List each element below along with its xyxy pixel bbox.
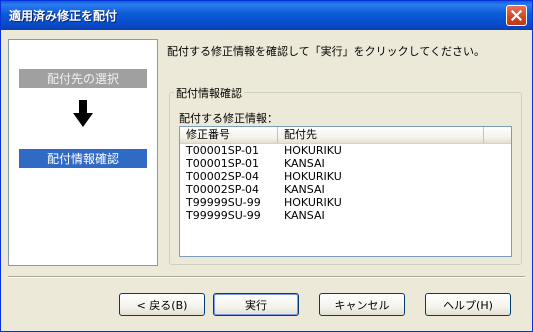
destination-cell: KANSAI [284, 157, 325, 170]
patch-number-cell: T99999SU-99 [186, 196, 261, 209]
wizard-steps-panel: 配付先の選択 配付情報確認 [8, 39, 158, 266]
group-legend: 配付情報確認 [174, 85, 244, 101]
table-row[interactable]: T99999SU-99 HOKURIKU [180, 196, 511, 209]
instruction-text: 配付する修正情報を確認して「実行」をクリックしてください。 [167, 45, 486, 58]
list-rows: T00001SP-01 HOKURIKU T00001SP-01 KANSAI T0… [180, 144, 511, 222]
run-button[interactable]: 実行 [213, 293, 299, 316]
list-header: 修正番号 配付先 [180, 127, 511, 144]
window-title: 適用済み修正を配付 [9, 9, 118, 23]
table-row[interactable]: T00001SP-01 KANSAI [180, 157, 511, 170]
step-confirm-distribution: 配付情報確認 [19, 149, 147, 168]
list-label: 配付する修正情報： [179, 112, 278, 125]
patch-number-cell: T00001SP-01 [186, 157, 260, 170]
destination-cell: KANSAI [284, 183, 325, 196]
arrow-down-icon [73, 100, 93, 127]
title-bar[interactable]: 適用済み修正を配付 [1, 1, 532, 30]
destination-cell: HOKURIKU [284, 170, 342, 183]
patch-number-cell: T00002SP-04 [186, 170, 260, 183]
table-row[interactable]: T00002SP-04 KANSAI [180, 183, 511, 196]
close-icon [511, 10, 522, 21]
help-button[interactable]: ヘルプ(H) [425, 293, 511, 316]
back-button[interactable]: < 戻る(B) [119, 293, 205, 316]
patch-list-view[interactable]: 修正番号 配付先 T00001SP-01 HOKURIKU T00001SP-01… [179, 126, 512, 257]
cancel-button[interactable]: キャンセル [319, 293, 405, 316]
table-row[interactable]: T00001SP-01 HOKURIKU [180, 144, 511, 157]
dialog-window: 適用済み修正を配付 配付先の選択 配付情報確認 配付する修正情報を確認して「実行… [0, 0, 533, 332]
destination-cell: HOKURIKU [284, 144, 342, 157]
button-separator [8, 276, 525, 278]
close-button[interactable] [506, 5, 527, 26]
patch-number-cell: T00002SP-04 [186, 183, 260, 196]
destination-cell: HOKURIKU [284, 196, 342, 209]
patch-number-cell: T00001SP-01 [186, 144, 260, 157]
step-select-destination: 配付先の選択 [19, 69, 147, 88]
column-header-destination[interactable]: 配付先 [278, 127, 484, 143]
column-header-patch-number[interactable]: 修正番号 [180, 127, 278, 143]
patch-number-cell: T99999SU-99 [186, 209, 261, 222]
destination-cell: KANSAI [284, 209, 325, 222]
table-row[interactable]: T00002SP-04 HOKURIKU [180, 170, 511, 183]
table-row[interactable]: T99999SU-99 KANSAI [180, 209, 511, 222]
